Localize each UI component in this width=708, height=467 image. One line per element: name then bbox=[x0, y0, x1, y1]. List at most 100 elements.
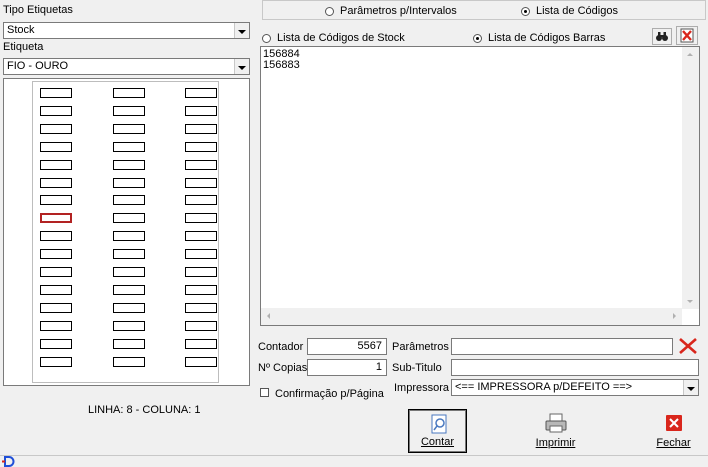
mode-radio-group: Parâmetros p/Intervalos Lista de Códigos bbox=[262, 0, 706, 20]
radio-lista-barras[interactable]: Lista de Códigos Barras bbox=[473, 32, 605, 44]
scroll-left-icon[interactable] bbox=[267, 313, 270, 319]
impressora-label: Impressora bbox=[394, 382, 450, 394]
label-cell[interactable] bbox=[40, 320, 72, 331]
label-cell[interactable] bbox=[185, 356, 217, 367]
label-cell[interactable] bbox=[113, 338, 145, 349]
subtitulo-field[interactable] bbox=[451, 359, 699, 376]
label-cell[interactable] bbox=[185, 123, 217, 134]
label-cell[interactable] bbox=[40, 105, 72, 116]
fechar-label: Fechar bbox=[656, 437, 691, 449]
label-cell[interactable] bbox=[185, 213, 217, 224]
label-cell[interactable] bbox=[40, 267, 72, 277]
copias-label: Nº Copias bbox=[258, 362, 308, 374]
radio-lista-codigos[interactable]: Lista de Códigos bbox=[521, 5, 618, 17]
imprimir-button[interactable]: Imprimir bbox=[526, 409, 585, 453]
label-cell[interactable] bbox=[113, 284, 145, 295]
label-cell[interactable] bbox=[185, 267, 217, 277]
codes-textarea[interactable]: 156884 156883 bbox=[260, 46, 700, 326]
contador-label: Contador bbox=[258, 341, 304, 353]
contar-button[interactable]: Contar bbox=[408, 409, 467, 453]
tipo-etiquetas-label: Tipo Etiquetas bbox=[3, 4, 73, 16]
etiqueta-label: Etiqueta bbox=[3, 41, 44, 53]
label-cell[interactable] bbox=[113, 249, 145, 260]
radio-selected-icon bbox=[473, 33, 482, 43]
label-cell[interactable] bbox=[40, 159, 72, 170]
scroll-up-icon[interactable] bbox=[687, 53, 693, 56]
contador-field[interactable]: 5567 bbox=[307, 338, 387, 355]
binoculars-icon bbox=[656, 32, 668, 41]
label-cell[interactable] bbox=[113, 88, 145, 98]
label-cell[interactable] bbox=[113, 302, 145, 313]
vertical-scrollbar[interactable] bbox=[682, 47, 699, 309]
document-icon bbox=[431, 414, 447, 434]
label-cell[interactable] bbox=[185, 231, 217, 242]
codes-text: 156884 156883 bbox=[263, 48, 300, 71]
label-cell[interactable] bbox=[40, 302, 72, 313]
label-cell[interactable] bbox=[40, 231, 72, 242]
scroll-down-icon[interactable] bbox=[687, 300, 693, 303]
label-cell[interactable] bbox=[113, 123, 145, 134]
parametros-field[interactable] bbox=[451, 338, 673, 355]
close-icon bbox=[666, 415, 682, 431]
label-cell[interactable] bbox=[113, 231, 145, 242]
label-cell[interactable] bbox=[185, 302, 217, 313]
radio-lista-stock[interactable]: Lista de Códigos de Stock bbox=[262, 32, 405, 44]
radio-selected-icon bbox=[521, 6, 530, 16]
tipo-etiquetas-value: Stock bbox=[7, 24, 35, 36]
label-cell[interactable] bbox=[185, 338, 217, 349]
chevron-down-icon[interactable] bbox=[683, 380, 698, 395]
scroll-right-icon[interactable] bbox=[673, 313, 676, 319]
label-cell[interactable] bbox=[113, 213, 145, 224]
label-cell[interactable] bbox=[113, 356, 145, 367]
label-cell[interactable] bbox=[185, 195, 217, 206]
clear-list-button[interactable] bbox=[676, 26, 698, 45]
label-cell[interactable] bbox=[113, 267, 145, 277]
label-cell[interactable] bbox=[40, 284, 72, 295]
radio-parametros-intervalos[interactable]: Parâmetros p/Intervalos bbox=[325, 5, 457, 17]
parametros-label: Parâmetros bbox=[392, 341, 449, 353]
label-cell[interactable] bbox=[185, 284, 217, 295]
find-button[interactable] bbox=[652, 28, 672, 45]
status-icon bbox=[2, 456, 15, 467]
label-cell[interactable] bbox=[113, 105, 145, 116]
position-indicator: LINHA: 8 - COLUNA: 1 bbox=[88, 404, 201, 416]
impressora-value: <== IMPRESSORA p/DEFEITO ==> bbox=[455, 381, 633, 393]
close-icon bbox=[679, 338, 697, 354]
label-cell[interactable] bbox=[40, 123, 72, 134]
label-cell[interactable] bbox=[40, 177, 72, 188]
label-cell[interactable] bbox=[40, 88, 72, 98]
tipo-etiquetas-select[interactable]: Stock bbox=[3, 22, 250, 39]
label-cell[interactable] bbox=[40, 141, 72, 152]
label-cell[interactable] bbox=[113, 159, 145, 170]
chevron-down-icon[interactable] bbox=[234, 23, 249, 38]
label-cell[interactable] bbox=[113, 177, 145, 188]
horizontal-scrollbar[interactable] bbox=[261, 308, 682, 325]
clear-parametros-button[interactable] bbox=[677, 336, 699, 356]
fechar-button[interactable]: Fechar bbox=[644, 409, 703, 453]
confirmacao-checkbox[interactable] bbox=[260, 388, 269, 397]
impressora-select[interactable]: <== IMPRESSORA p/DEFEITO ==> bbox=[451, 379, 699, 396]
label-cell[interactable] bbox=[113, 141, 145, 152]
label-cell[interactable] bbox=[40, 249, 72, 260]
label-cell[interactable] bbox=[185, 159, 217, 170]
label-grid-frame bbox=[3, 78, 250, 386]
label-cell[interactable] bbox=[40, 213, 72, 224]
delete-icon bbox=[680, 28, 694, 43]
label-cell[interactable] bbox=[185, 177, 217, 188]
label-cell[interactable] bbox=[40, 338, 72, 349]
label-cell[interactable] bbox=[40, 356, 72, 367]
radio-lista-stock-label: Lista de Códigos de Stock bbox=[277, 32, 405, 44]
label-cell[interactable] bbox=[113, 320, 145, 331]
label-cell[interactable] bbox=[185, 105, 217, 116]
label-cell[interactable] bbox=[185, 320, 217, 331]
subtitulo-label: Sub-Titulo bbox=[392, 362, 442, 374]
label-cell[interactable] bbox=[40, 195, 72, 206]
copias-field[interactable]: 1 bbox=[307, 359, 387, 376]
status-bar bbox=[0, 455, 708, 467]
label-cell[interactable] bbox=[113, 195, 145, 206]
label-cell[interactable] bbox=[185, 249, 217, 260]
chevron-down-icon[interactable] bbox=[234, 59, 249, 74]
etiqueta-select[interactable]: FIO - OURO bbox=[3, 58, 250, 75]
label-cell[interactable] bbox=[185, 88, 217, 98]
label-cell[interactable] bbox=[185, 141, 217, 152]
